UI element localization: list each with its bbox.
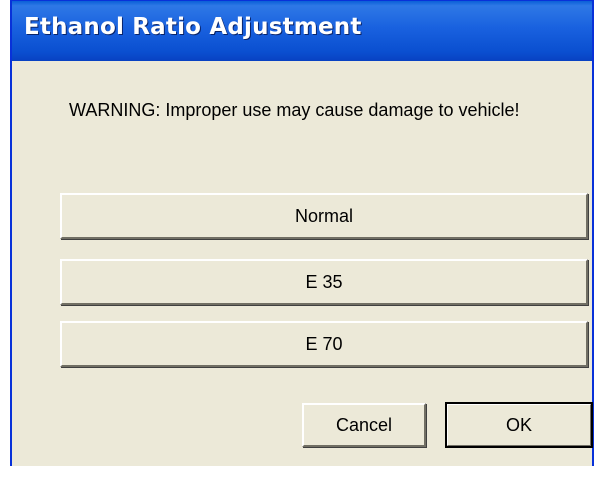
window-title: Ethanol Ratio Adjustment xyxy=(24,14,362,40)
e70-button[interactable]: E 70 xyxy=(60,321,588,367)
ok-button[interactable]: OK xyxy=(445,402,593,448)
title-bar[interactable]: Ethanol Ratio Adjustment xyxy=(12,1,592,61)
e35-button[interactable]: E 35 xyxy=(60,259,588,305)
dialog-window: Ethanol Ratio Adjustment WARNING: Improp… xyxy=(10,0,594,466)
warning-message: WARNING: Improper use may cause damage t… xyxy=(69,100,520,120)
normal-button[interactable]: Normal xyxy=(60,193,588,239)
cancel-button[interactable]: Cancel xyxy=(302,403,426,447)
